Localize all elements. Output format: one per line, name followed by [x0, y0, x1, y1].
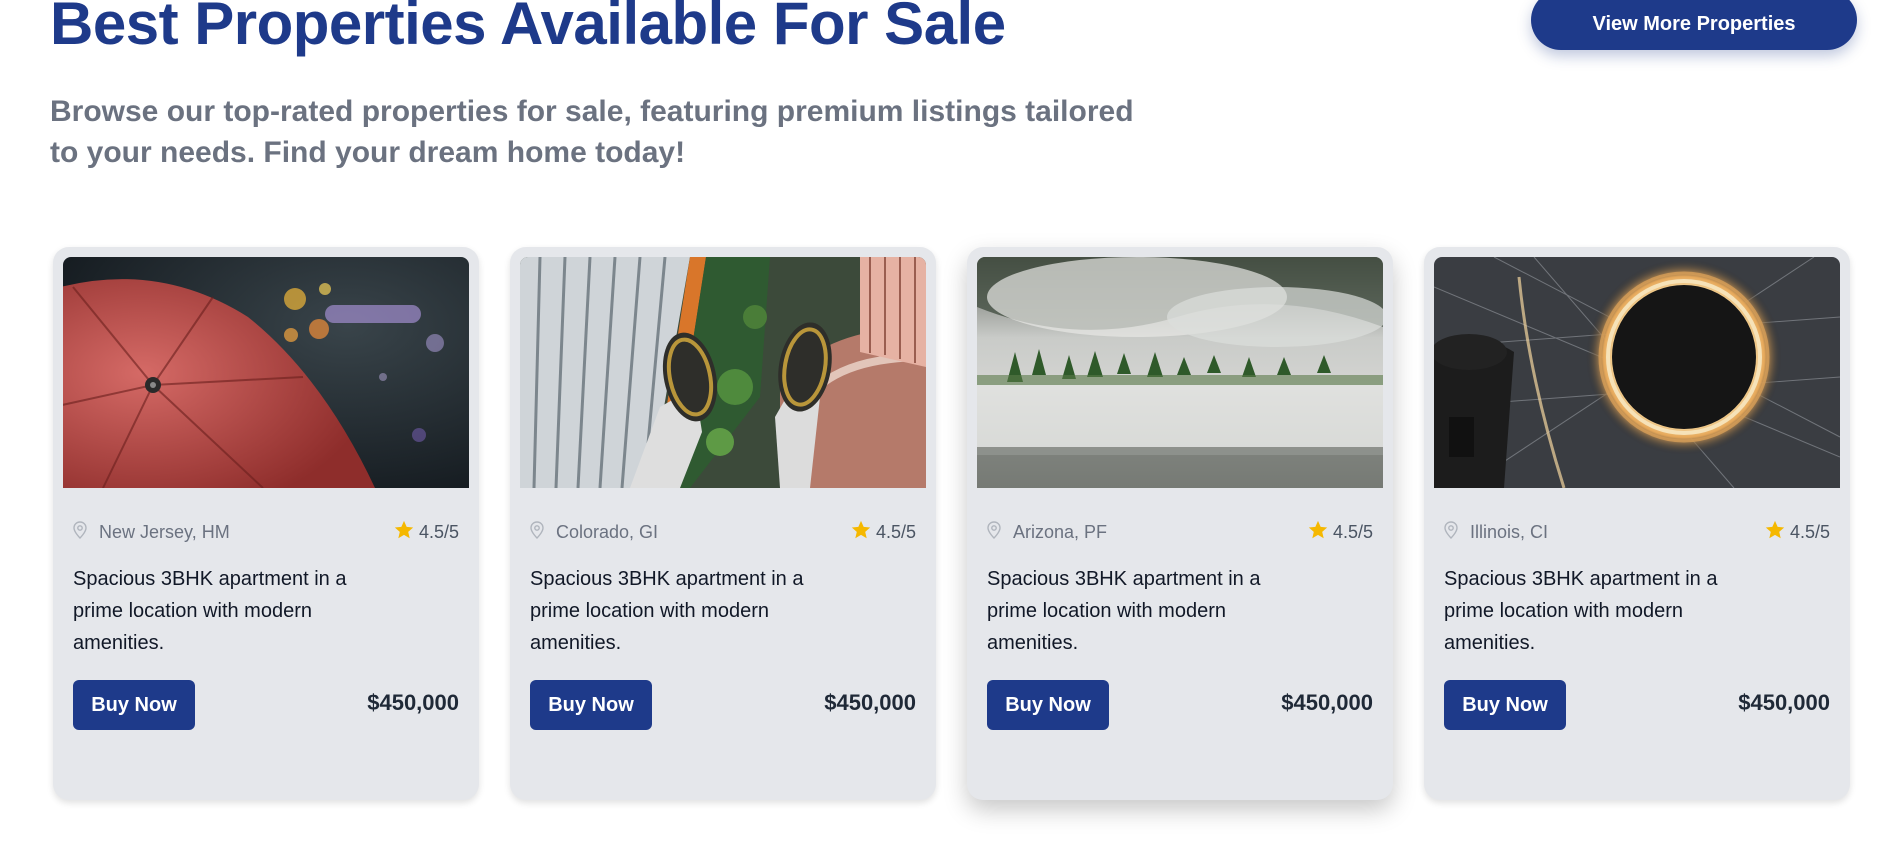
- property-location: Colorado, GI: [530, 520, 659, 544]
- map-pin-icon: [530, 520, 544, 544]
- star-icon: [393, 519, 415, 546]
- property-description: Spacious 3BHK apartment in a prime locat…: [73, 568, 347, 654]
- property-photo: [520, 257, 926, 488]
- property-rating: 4.5/5: [1307, 519, 1373, 546]
- view-more-properties-button[interactable]: View More Properties: [1531, 0, 1857, 50]
- rating-label: 4.5/5: [418, 521, 459, 542]
- buy-now-button[interactable]: Buy Now: [530, 680, 652, 730]
- property-price: $450,000: [367, 690, 459, 715]
- property-meta: Colorado, GI 4.5/5: [530, 519, 916, 545]
- property-location: Illinois, CI: [1444, 520, 1549, 544]
- property-card-list: New Jersey, HM 4.5/5 Spacious 3BHK apart…: [53, 247, 1850, 800]
- location-label: New Jersey, HM: [99, 521, 230, 542]
- buy-now-button[interactable]: Buy Now: [73, 680, 195, 730]
- section-title: Best Properties Available For Sale: [50, 0, 1006, 57]
- buy-now-button[interactable]: Buy Now: [987, 680, 1109, 730]
- property-description: Spacious 3BHK apartment in a prime locat…: [1444, 568, 1718, 654]
- property-photo: [1434, 257, 1840, 488]
- rating-label: 4.5/5: [1332, 521, 1373, 542]
- section-subtitle: Browse our top-rated properties for sale…: [50, 95, 1134, 169]
- map-pin-icon: [73, 520, 87, 544]
- property-card: Colorado, GI 4.5/5 Spacious 3BHK apartme…: [510, 247, 936, 800]
- property-rating: 4.5/5: [393, 519, 459, 546]
- star-icon: [850, 519, 872, 546]
- star-icon: [1764, 519, 1786, 546]
- property-rating: 4.5/5: [850, 519, 916, 546]
- property-meta: Illinois, CI 4.5/5: [1444, 519, 1830, 545]
- buy-now-button[interactable]: Buy Now: [1444, 680, 1566, 730]
- property-location: Arizona, PF: [987, 520, 1108, 544]
- map-pin-icon: [1444, 520, 1458, 544]
- property-price: $450,000: [1281, 690, 1373, 715]
- property-card: Arizona, PF 4.5/5 Spacious 3BHK apartmen…: [967, 247, 1393, 800]
- location-label: Illinois, CI: [1470, 521, 1549, 542]
- property-photo: [63, 257, 469, 488]
- star-icon: [1307, 519, 1329, 546]
- property-price: $450,000: [1738, 690, 1830, 715]
- property-meta: New Jersey, HM 4.5/5: [73, 519, 459, 545]
- property-description: Spacious 3BHK apartment in a prime locat…: [530, 568, 804, 654]
- property-photo: [977, 257, 1383, 488]
- property-meta: Arizona, PF 4.5/5: [987, 519, 1373, 545]
- property-location: New Jersey, HM: [73, 520, 230, 544]
- property-card: Illinois, CI 4.5/5 Spacious 3BHK apartme…: [1424, 247, 1850, 800]
- map-pin-icon: [987, 520, 1001, 544]
- property-description: Spacious 3BHK apartment in a prime locat…: [987, 568, 1261, 654]
- location-label: Colorado, GI: [556, 521, 659, 542]
- location-label: Arizona, PF: [1013, 521, 1108, 542]
- property-card: New Jersey, HM 4.5/5 Spacious 3BHK apart…: [53, 247, 479, 800]
- rating-label: 4.5/5: [1789, 521, 1830, 542]
- property-rating: 4.5/5: [1764, 519, 1830, 546]
- rating-label: 4.5/5: [875, 521, 916, 542]
- property-price: $450,000: [824, 690, 916, 715]
